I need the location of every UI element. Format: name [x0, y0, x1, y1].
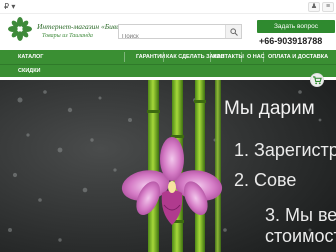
- nav-divider: [241, 52, 242, 62]
- nav-divider: [210, 52, 211, 62]
- user-icon[interactable]: ♟: [308, 2, 320, 12]
- logo-title[interactable]: Интернет-магазин «Бивис»: [37, 22, 127, 31]
- nav-divider: [263, 52, 264, 62]
- nav-item-contacts[interactable]: КОНТАКТЫ: [213, 50, 244, 64]
- banner-step-2: 2. Сове: [234, 170, 297, 190]
- secondary-nav: СКИДКИ: [0, 64, 336, 77]
- nav-item-guarantees[interactable]: ГАРАНТИИ: [136, 50, 165, 64]
- cart-button[interactable]: [310, 73, 324, 87]
- orchid-logo-icon[interactable]: [8, 17, 32, 41]
- search-icon: [230, 28, 238, 36]
- banner-step-1: 1. Зарегистр: [234, 140, 336, 160]
- nav-item-payment-delivery[interactable]: ОПЛАТА И ДОСТАВКА: [268, 50, 328, 64]
- top-utility-bar: ₽ ▾ ♟ ≡: [0, 0, 336, 14]
- nav-item-discounts[interactable]: СКИДКИ: [18, 65, 41, 77]
- phone-number[interactable]: +66-903918788: [259, 36, 322, 46]
- nav-item-about[interactable]: О НАС: [247, 50, 265, 64]
- currency-selector[interactable]: ₽ ▾: [4, 2, 15, 11]
- nav-divider: [163, 52, 164, 62]
- search-button[interactable]: [225, 25, 241, 38]
- banner-step-3: 3. Мы ве: [265, 205, 336, 225]
- banner-step-3-cont: стоимост: [265, 226, 336, 246]
- banner-slogan: Мы дарим: [224, 98, 315, 119]
- shopping-cart-icon: [313, 76, 322, 85]
- search-box: [118, 24, 242, 44]
- ask-question-button[interactable]: Задать вопрос: [257, 20, 335, 33]
- nav-item-catalog[interactable]: КАТАЛОГ: [18, 50, 43, 64]
- nav-divider: [124, 52, 125, 62]
- main-nav: КАТАЛОГ ГАРАНТИИ КАК СДЕЛАТЬ ЗАКАЗ КОНТА…: [0, 50, 336, 64]
- logo-tagline: Товары из Таиланда: [42, 33, 93, 39]
- menu-icon[interactable]: ≡: [322, 2, 334, 12]
- search-input[interactable]: [119, 30, 223, 44]
